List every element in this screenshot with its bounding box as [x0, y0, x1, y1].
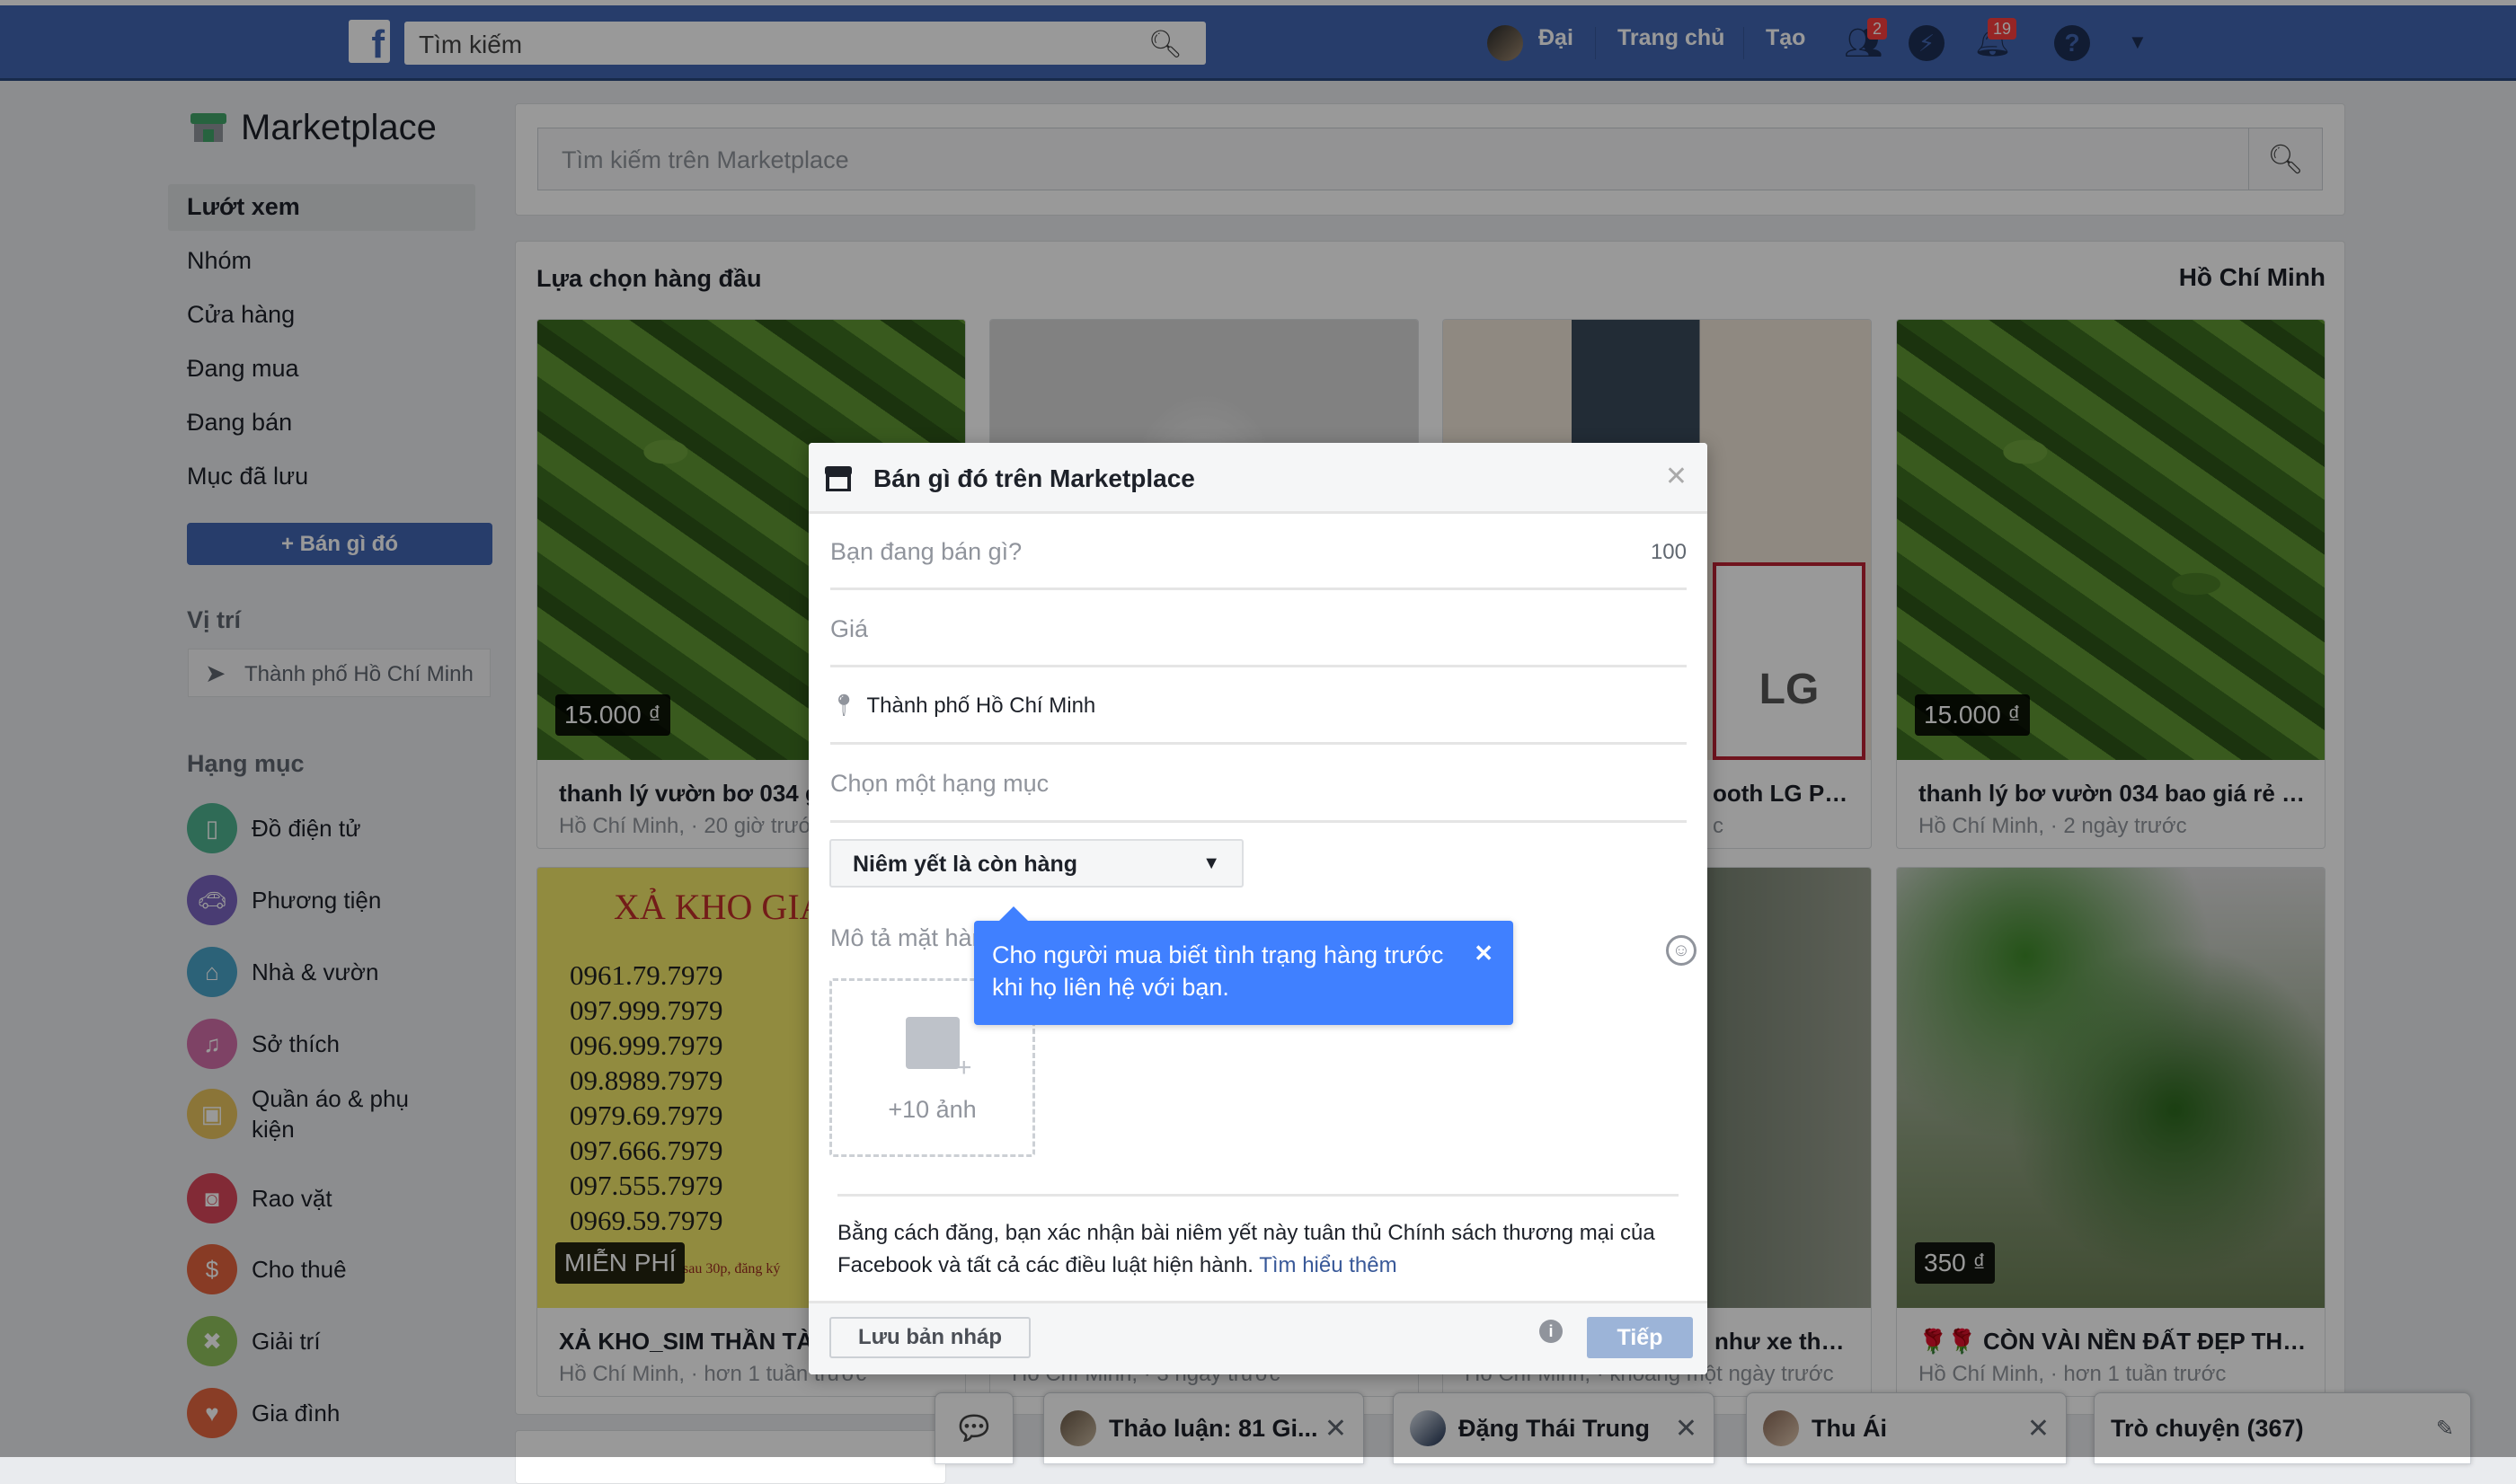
tooltip-text: Cho người mua biết tình trạng hàng trước… — [992, 941, 1444, 1001]
dialog-header: Bán gì đó trên Marketplace ✕ — [809, 443, 1707, 514]
availability-dropdown[interactable]: Niêm yết là còn hàng ▼ — [829, 839, 1244, 888]
policy-disclaimer: Bằng cách đăng, bạn xác nhận bài niêm yế… — [837, 1217, 1682, 1282]
photos-label: +10 ảnh — [888, 1096, 977, 1123]
price-placeholder: Giá — [830, 615, 869, 642]
add-photo-icon: + — [905, 1017, 972, 1082]
close-icon[interactable]: ✕ — [1474, 937, 1493, 969]
learn-more-link[interactable]: Tìm hiểu thêm — [1259, 1253, 1396, 1277]
info-icon[interactable]: i — [1539, 1320, 1563, 1343]
char-limit-counter: 100 — [1650, 540, 1687, 564]
disclaimer-line: Facebook và tất cả các điều luật hiện hà… — [837, 1253, 1254, 1277]
location-input[interactable]: 📍︎ Thành phố Hồ Chí Minh — [830, 693, 1687, 745]
sell-dialog: Bán gì đó trên Marketplace ✕ Bạn đang bá… — [809, 443, 1707, 1374]
next-button[interactable]: Tiếp — [1587, 1317, 1693, 1358]
emoji-icon[interactable]: ☺ — [1666, 935, 1697, 966]
dialog-title: Bán gì đó trên Marketplace — [873, 464, 1195, 492]
item-title-placeholder: Bạn đang bán gì? — [830, 538, 1023, 565]
availability-tooltip: Cho người mua biết tình trạng hàng trước… — [974, 906, 1513, 1025]
availability-value: Niêm yết là còn hàng — [853, 852, 1078, 877]
store-icon — [825, 466, 852, 491]
location-value: Thành phố Hồ Chí Minh — [866, 693, 1096, 718]
price-input[interactable]: Giá — [830, 615, 1687, 667]
category-select[interactable]: Chọn một hạng mục — [830, 770, 1687, 823]
close-icon[interactable]: ✕ — [1665, 461, 1688, 492]
category-placeholder: Chọn một hạng mục — [830, 770, 1050, 797]
divider — [837, 1194, 1679, 1197]
item-title-input[interactable]: Bạn đang bán gì? 100 — [830, 538, 1687, 590]
dialog-footer: Lưu bản nháp i Tiếp — [809, 1301, 1707, 1374]
chevron-down-icon: ▼ — [1202, 853, 1220, 873]
map-pin-icon: 📍︎ — [830, 693, 858, 718]
save-draft-button[interactable]: Lưu bản nháp — [829, 1317, 1031, 1358]
disclaimer-line: Bằng cách đăng, bạn xác nhận bài niêm yế… — [837, 1221, 1655, 1245]
